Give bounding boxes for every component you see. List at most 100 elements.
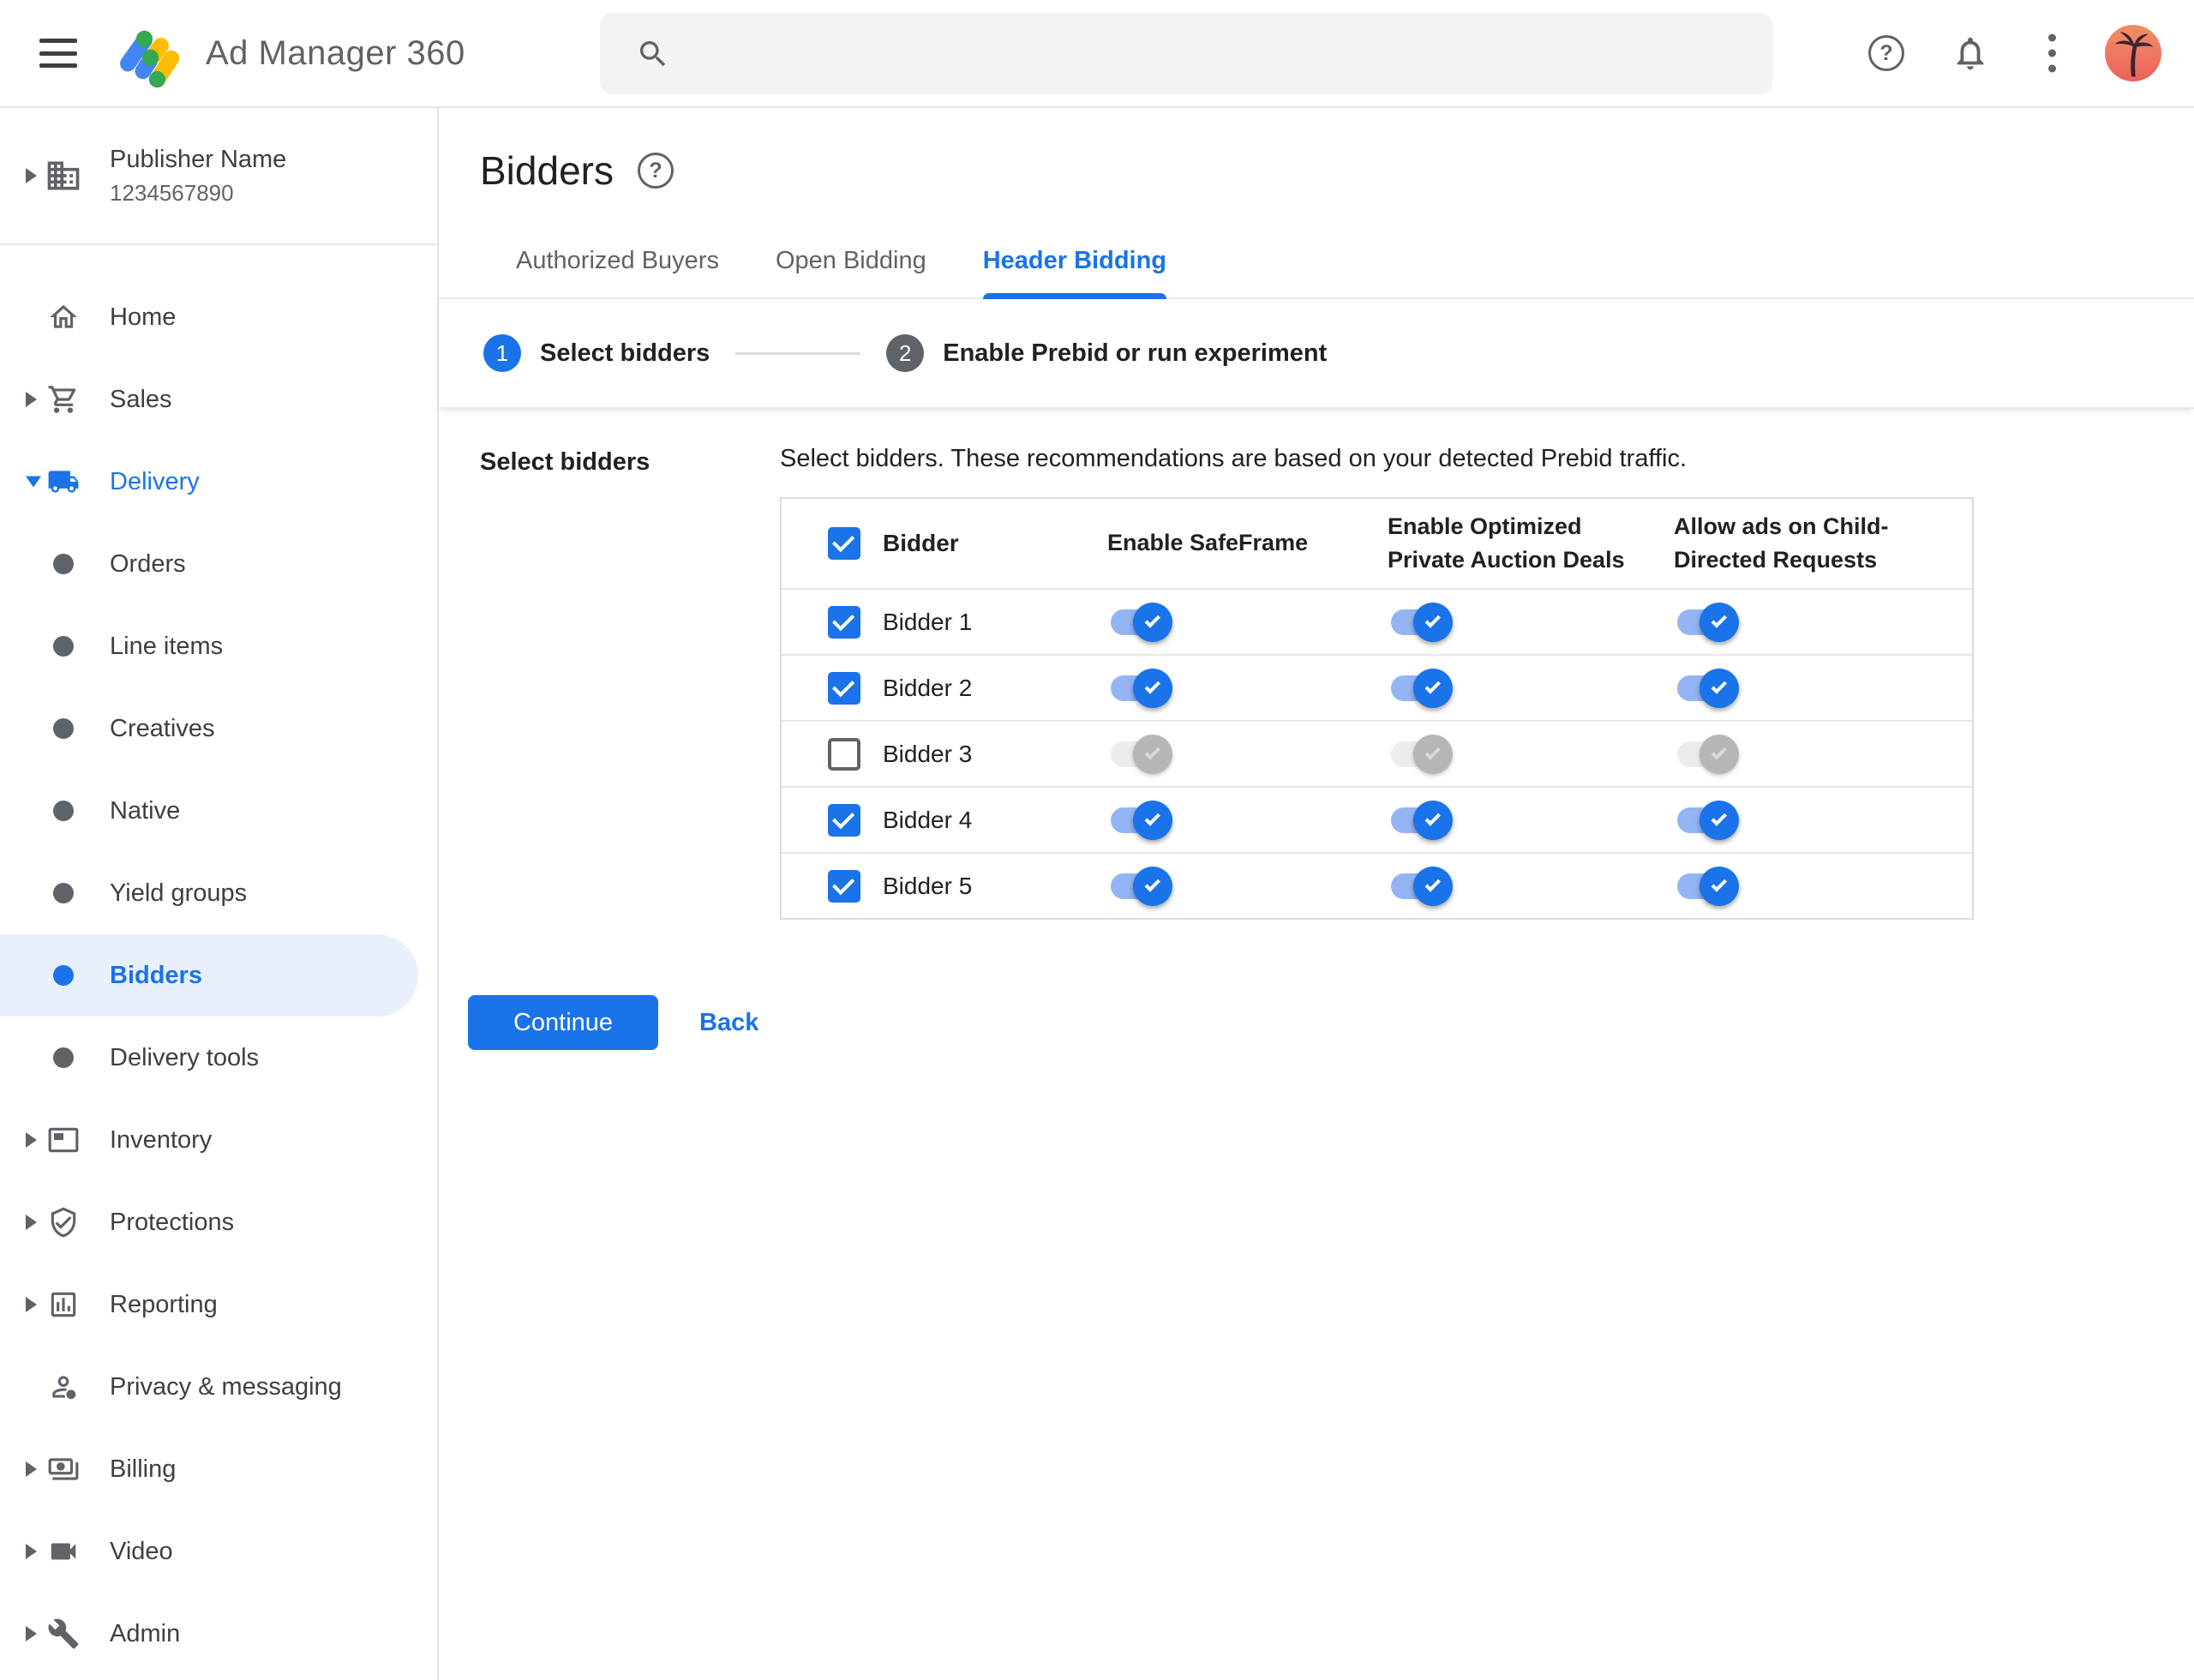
chevron-right-icon	[26, 1544, 37, 1559]
select-all-checkbox[interactable]	[828, 527, 860, 560]
bidder-5-child-directed-toggle[interactable]	[1677, 866, 1739, 906]
tab-header-bidding[interactable]: Header Bidding	[982, 247, 1167, 299]
sidebar-item-label: Delivery tools	[110, 1043, 260, 1071]
bidder-5-safeframe-toggle[interactable]	[1111, 866, 1172, 906]
sidebar-item-privacy-messaging[interactable]: Privacy & messaging	[0, 1346, 437, 1428]
help-icon[interactable]: ?	[637, 153, 674, 189]
column-header-bidder: Bidder	[883, 530, 959, 556]
bullet-icon	[46, 1041, 81, 1075]
inventory-icon	[46, 1123, 81, 1157]
bidder-4-checkbox[interactable]	[828, 803, 860, 837]
sidebar-item-protections[interactable]: Protections	[0, 1181, 437, 1263]
bidder-1-optimized-deals-toggle[interactable]	[1391, 602, 1453, 642]
bidder-name: Bidder 2	[883, 674, 973, 701]
video-icon	[46, 1534, 81, 1569]
sidebar-item-delivery-tools[interactable]: Delivery tools	[0, 1017, 437, 1099]
bidder-1-checkbox[interactable]	[828, 605, 860, 639]
bidder-2-child-directed-toggle[interactable]	[1677, 668, 1739, 708]
bidder-5-optimized-deals-toggle[interactable]	[1391, 866, 1453, 906]
sidebar-nav: Home Sales Delivery Orders Line items Creativ…	[0, 245, 437, 1675]
cart-icon	[46, 382, 81, 417]
bidder-4-optimized-deals-toggle[interactable]	[1391, 800, 1453, 840]
bidder-name: Bidder 4	[883, 806, 973, 833]
bidder-3-safeframe-toggle[interactable]	[1111, 734, 1172, 774]
section-label: Select bidders	[480, 448, 650, 476]
help-icon[interactable]: ?	[1868, 35, 1904, 71]
back-button[interactable]: Back	[699, 1009, 758, 1037]
sidebar-item-label: Privacy & messaging	[110, 1372, 342, 1401]
bidder-name: Bidder 3	[883, 740, 973, 767]
avatar[interactable]	[2105, 25, 2161, 81]
chevron-right-icon	[26, 1215, 37, 1230]
bullet-icon	[46, 876, 81, 910]
menu-icon[interactable]	[39, 39, 77, 68]
bidder-4-safeframe-toggle[interactable]	[1111, 800, 1172, 840]
table-row-bidder-1: Bidder 1	[782, 588, 1972, 654]
sidebar-item-label: Bidders	[110, 961, 202, 989]
bullet-icon	[46, 794, 81, 828]
sidebar-item-yield-groups[interactable]: Yield groups	[0, 852, 437, 934]
privacy-icon	[46, 1370, 81, 1404]
sidebar-item-label: Line items	[110, 632, 224, 660]
bidder-2-optimized-deals-toggle[interactable]	[1391, 668, 1453, 708]
sidebar-item-delivery[interactable]: Delivery	[0, 441, 437, 523]
search-input[interactable]	[689, 13, 1772, 94]
sidebar-item-bidders[interactable]: Bidders	[0, 934, 437, 1017]
sidebar-item-native[interactable]: Native	[0, 770, 437, 852]
sidebar-item-line-items[interactable]: Line items	[0, 605, 437, 687]
sidebar-item-home[interactable]: Home	[0, 276, 437, 358]
sidebar-item-label: Orders	[110, 549, 186, 578]
bidder-3-child-directed-toggle[interactable]	[1677, 734, 1739, 774]
bidder-2-checkbox[interactable]	[828, 671, 860, 705]
tab-open-bidding[interactable]: Open Bidding	[776, 247, 926, 297]
top-bar: Ad Manager 360 ?	[0, 0, 2194, 108]
truck-icon	[46, 465, 81, 499]
description: Select bidders. These recommendations ar…	[780, 445, 1687, 472]
step-1-label: Select bidders	[540, 339, 710, 367]
sidebar-item-label: Video	[110, 1537, 173, 1565]
bidder-name: Bidder 5	[883, 872, 973, 899]
sidebar-item-video[interactable]: Video	[0, 1510, 437, 1593]
sidebar-item-orders[interactable]: Orders	[0, 523, 437, 605]
step-2-badge: 2	[886, 334, 925, 372]
chevron-right-icon	[26, 1132, 37, 1148]
sidebar-item-label: Billing	[110, 1455, 177, 1483]
bidder-3-checkbox[interactable]	[828, 737, 860, 771]
sidebar-item-sales[interactable]: Sales	[0, 358, 437, 441]
bullet-icon	[46, 629, 81, 663]
notifications-icon[interactable]	[1951, 33, 1990, 73]
sidebar-item-label: Yield groups	[110, 879, 248, 907]
tab-authorized-buyers[interactable]: Authorized Buyers	[516, 247, 719, 297]
publisher-selector[interactable]: Publisher Name 1234567890	[0, 108, 437, 245]
sidebar: Publisher Name 1234567890 Home Sales Deliv…	[0, 108, 439, 1680]
page-title: Bidders	[480, 148, 614, 193]
bidder-name: Bidder 1	[883, 608, 973, 635]
bidder-1-child-directed-toggle[interactable]	[1677, 602, 1739, 642]
bidder-5-checkbox[interactable]	[828, 869, 860, 903]
continue-button[interactable]: Continue	[468, 995, 658, 1050]
sidebar-item-label: Creatives	[110, 714, 215, 742]
bidder-3-optimized-deals-toggle[interactable]	[1391, 734, 1453, 774]
sidebar-item-inventory[interactable]: Inventory	[0, 1099, 437, 1181]
bidder-4-child-directed-toggle[interactable]	[1677, 800, 1739, 840]
chevron-right-icon	[26, 1297, 37, 1312]
chevron-right-icon	[26, 1626, 37, 1641]
chevron-right-icon	[26, 1461, 37, 1477]
more-options-icon[interactable]	[2048, 33, 2056, 73]
bidder-2-safeframe-toggle[interactable]	[1111, 668, 1172, 708]
step-connector	[735, 351, 861, 355]
bidder-1-safeframe-toggle[interactable]	[1111, 602, 1172, 642]
column-header-safeframe: Enable SafeFrame	[1107, 530, 1309, 556]
sidebar-item-billing[interactable]: Billing	[0, 1428, 437, 1510]
sidebar-item-reporting[interactable]: Reporting	[0, 1263, 437, 1346]
bullet-icon	[46, 711, 81, 746]
sidebar-item-creatives[interactable]: Creatives	[0, 687, 437, 770]
sidebar-item-label: Delivery	[110, 467, 200, 495]
home-icon	[46, 300, 81, 334]
sidebar-item-admin[interactable]: Admin	[0, 1593, 437, 1675]
stepper: 1 Select bidders 2 Enable Prebid or run …	[439, 299, 2194, 409]
chevron-right-icon	[26, 168, 37, 183]
search-bar	[600, 13, 1772, 94]
publisher-id: 1234567890	[110, 180, 234, 206]
column-header-optimized-deals: Enable Optimized Private Auction Deals	[1388, 513, 1625, 573]
